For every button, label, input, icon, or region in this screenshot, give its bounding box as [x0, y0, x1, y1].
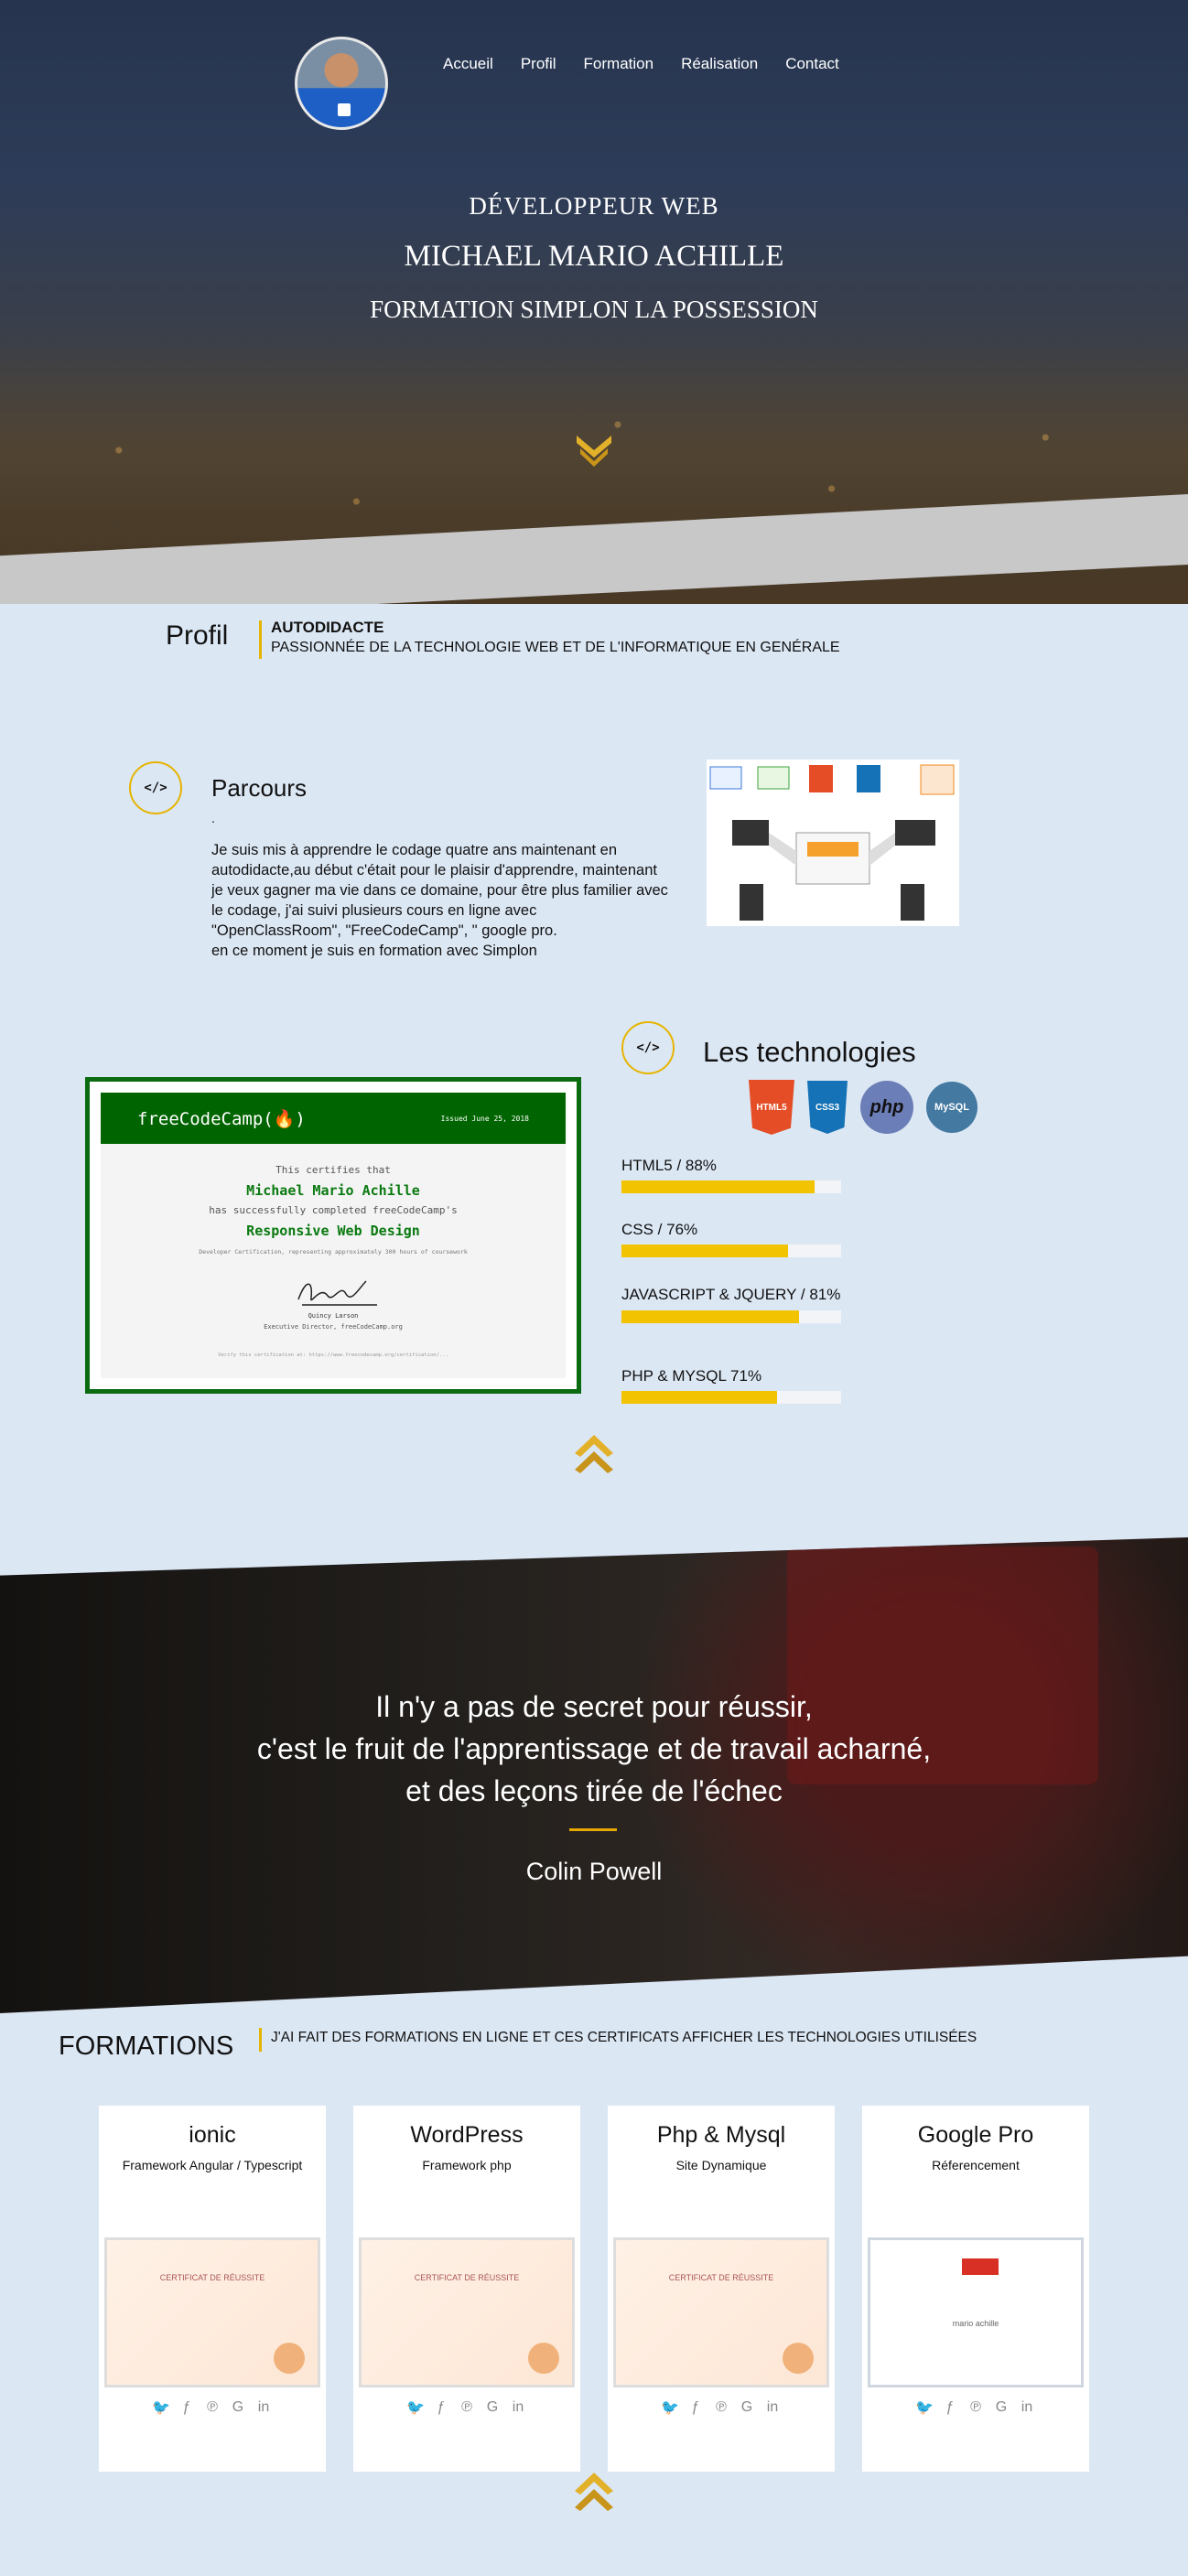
skill-bar	[621, 1391, 778, 1404]
linkedin-icon[interactable]: in	[764, 2398, 782, 2416]
card-subtitle: Framework php	[422, 2158, 512, 2172]
facebook-icon[interactable]: ƒ	[942, 2398, 959, 2416]
certificate-certifies: This certifies that	[275, 1164, 391, 1176]
skill-php: PHP & MYSQL 71%	[621, 1367, 841, 1404]
linkedin-icon[interactable]: in	[255, 2398, 273, 2416]
profil-divider	[259, 620, 262, 659]
card-title: Google Pro	[917, 2122, 1034, 2148]
hero-bottom-edge	[0, 553, 1188, 555]
card-title: WordPress	[410, 2122, 524, 2148]
code-icon: </>	[621, 1021, 675, 1074]
social-share: 🐦 ƒ ℗ G in	[99, 2398, 326, 2416]
parcours-paragraph: Je suis mis à apprendre le codage quatre…	[211, 842, 668, 959]
twitter-icon[interactable]: 🐦	[915, 2398, 934, 2416]
certificate-hours: Developer Certification, representing ap…	[199, 1248, 468, 1256]
freecodecamp-certificate: freeCodeCamp(🔥) Issued June 25, 2018 Thi…	[85, 1077, 581, 1394]
card-subtitle: Site Dynamique	[675, 2158, 767, 2172]
main-nav: Accueil Profil Formation Réalisation Con…	[443, 55, 839, 73]
card-subtitle: Réferencement	[932, 2158, 1020, 2172]
skill-javascript: JAVASCRIPT & JQUERY / 81%	[621, 1285, 841, 1323]
pinterest-icon[interactable]: ℗	[967, 2398, 985, 2416]
html5-logo: HTML5	[749, 1080, 794, 1135]
social-share: 🐦 ƒ ℗ G in	[608, 2398, 835, 2416]
formation-card-google-pro[interactable]: Google Pro Réferencement mario achille 🐦…	[862, 2106, 1089, 2472]
google-icon[interactable]: G	[739, 2398, 756, 2416]
card-subtitle: Framework Angular / Typescript	[122, 2158, 303, 2172]
certificate-role: Executive Director, freeCodeCamp.org	[264, 1323, 403, 1331]
parcours-dot: .	[211, 811, 215, 825]
social-share: 🐦 ƒ ℗ G in	[862, 2398, 1089, 2416]
google-icon[interactable]: G	[484, 2398, 502, 2416]
certificate-signer: Quincy Larson	[308, 1312, 359, 1320]
card-title: Php & Mysql	[656, 2122, 786, 2148]
certificate-thumbnail[interactable]: CERTIFICAT DE RÉUSSITE	[104, 2237, 320, 2387]
chevron-up-icon[interactable]	[571, 1433, 617, 1477]
quote-divider	[569, 1828, 617, 1831]
skill-bar	[621, 1180, 815, 1193]
nav-realisation[interactable]: Réalisation	[681, 55, 758, 73]
formation-card-php-mysql[interactable]: Php & Mysql Site Dynamique CERTIFICAT DE…	[608, 2106, 835, 2472]
skill-css: CSS / 76%	[621, 1221, 841, 1257]
google-icon[interactable]: G	[230, 2398, 247, 2416]
formations-divider	[259, 2028, 262, 2052]
social-share: 🐦 ƒ ℗ G in	[353, 2398, 580, 2416]
pinterest-icon[interactable]: ℗	[713, 2398, 730, 2416]
certificate-thumbnail[interactable]: mario achille	[868, 2237, 1084, 2387]
parcours-heading: Parcours	[211, 774, 308, 802]
formation-card-wordpress[interactable]: WordPress Framework php CERTIFICAT DE RÉ…	[353, 2106, 580, 2472]
profil-heading: Profil	[166, 620, 229, 651]
google-icon[interactable]: G	[993, 2398, 1010, 2416]
tech-logos: HTML5 CSS3 php MySQL	[749, 1080, 977, 1135]
php-logo: php	[860, 1081, 913, 1134]
card-title: ionic	[189, 2122, 236, 2148]
facebook-icon[interactable]: ƒ	[178, 2398, 196, 2416]
linkedin-icon[interactable]: in	[1019, 2398, 1036, 2416]
skill-bar	[621, 1310, 800, 1323]
formations-description: J'AI FAIT DES FORMATIONS EN LIGNE ET CES…	[271, 2030, 977, 2045]
hero-job-title: DÉVELOPPEUR WEB	[469, 192, 719, 220]
skill-html5: HTML5 / 88%	[621, 1157, 841, 1193]
twitter-icon[interactable]: 🐦	[152, 2398, 170, 2416]
avatar	[295, 37, 388, 130]
nav-profil[interactable]: Profil	[521, 55, 556, 73]
nav-accueil[interactable]: Accueil	[443, 55, 493, 73]
quote-text: Il n'y a pas de secret pour réussir, c'e…	[256, 1690, 932, 1807]
linkedin-icon[interactable]: in	[510, 2398, 527, 2416]
nav-contact[interactable]: Contact	[785, 55, 839, 73]
pinterest-icon[interactable]: ℗	[204, 2398, 221, 2416]
certificate-thumbnail[interactable]: CERTIFICAT DE RÉUSSITE	[359, 2237, 575, 2387]
certificate-issued: Issued June 25, 2018	[440, 1114, 529, 1123]
css3-logo: CSS3	[807, 1081, 848, 1134]
technologies-heading: Les technologies	[703, 1036, 916, 1068]
twitter-icon[interactable]: 🐦	[661, 2398, 679, 2416]
chevron-down-icon[interactable]	[573, 432, 615, 469]
quote-author: Colin Powell	[525, 1858, 663, 1885]
facebook-icon[interactable]: ƒ	[433, 2398, 450, 2416]
pinterest-icon[interactable]: ℗	[459, 2398, 476, 2416]
certificate-recipient: Michael Mario Achille	[246, 1182, 420, 1199]
signature	[297, 1280, 377, 1306]
facebook-icon[interactable]: ƒ	[687, 2398, 705, 2416]
formations-heading: FORMATIONS	[59, 2032, 234, 2061]
certificate-completed: has successfully completed freeCodeCamp'…	[209, 1204, 458, 1216]
certificate-verify: Verify this certification at: https://ww…	[218, 1353, 448, 1358]
certificate-brand: freeCodeCamp(🔥)	[137, 1108, 306, 1129]
hero-training: FORMATION SIMPLON LA POSSESSION	[370, 296, 818, 323]
code-icon: </>	[129, 761, 182, 814]
nav-formation[interactable]: Formation	[584, 55, 654, 73]
certificate-course: Responsive Web Design	[246, 1223, 420, 1239]
certificate-thumbnail[interactable]: CERTIFICAT DE RÉUSSITE	[613, 2237, 829, 2387]
twitter-icon[interactable]: 🐦	[406, 2398, 425, 2416]
formation-card-ionic[interactable]: ionic Framework Angular / Typescript CER…	[99, 2106, 326, 2472]
skill-bar	[621, 1245, 789, 1257]
mysql-logo: MySQL	[926, 1082, 977, 1133]
chevron-up-icon[interactable]	[571, 2471, 617, 2515]
profil-description: PASSIONNÉE DE LA TECHNOLOGIE WEB ET DE L…	[271, 640, 840, 655]
profil-tagline: AUTODIDACTE	[271, 619, 384, 636]
hero-name: MICHAEL MARIO ACHILLE	[404, 240, 784, 273]
responsive-web-diagram	[707, 760, 959, 926]
